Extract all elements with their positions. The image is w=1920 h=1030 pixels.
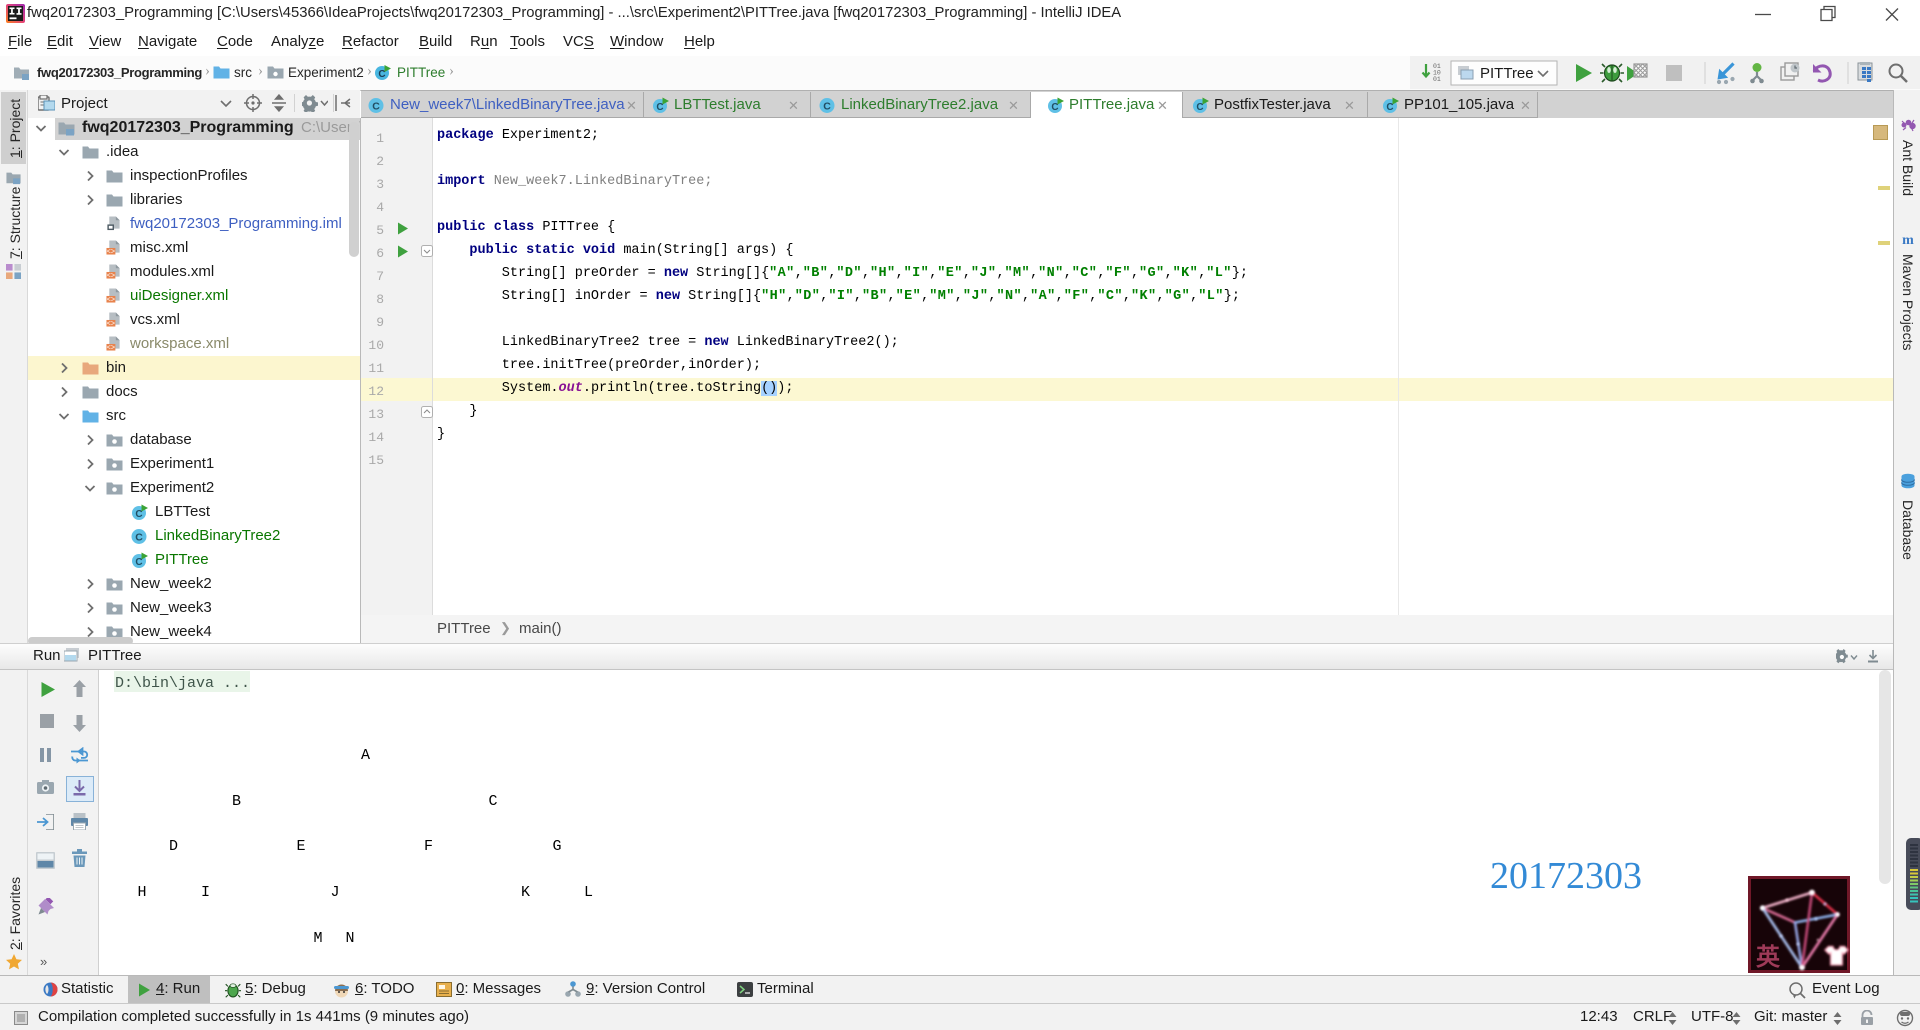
svg-text:PITTree: PITTree xyxy=(1480,65,1534,82)
svg-text:m: m xyxy=(1902,233,1914,247)
svg-text:01: 01 xyxy=(1433,76,1441,83)
svg-text:英: 英 xyxy=(1756,944,1781,971)
